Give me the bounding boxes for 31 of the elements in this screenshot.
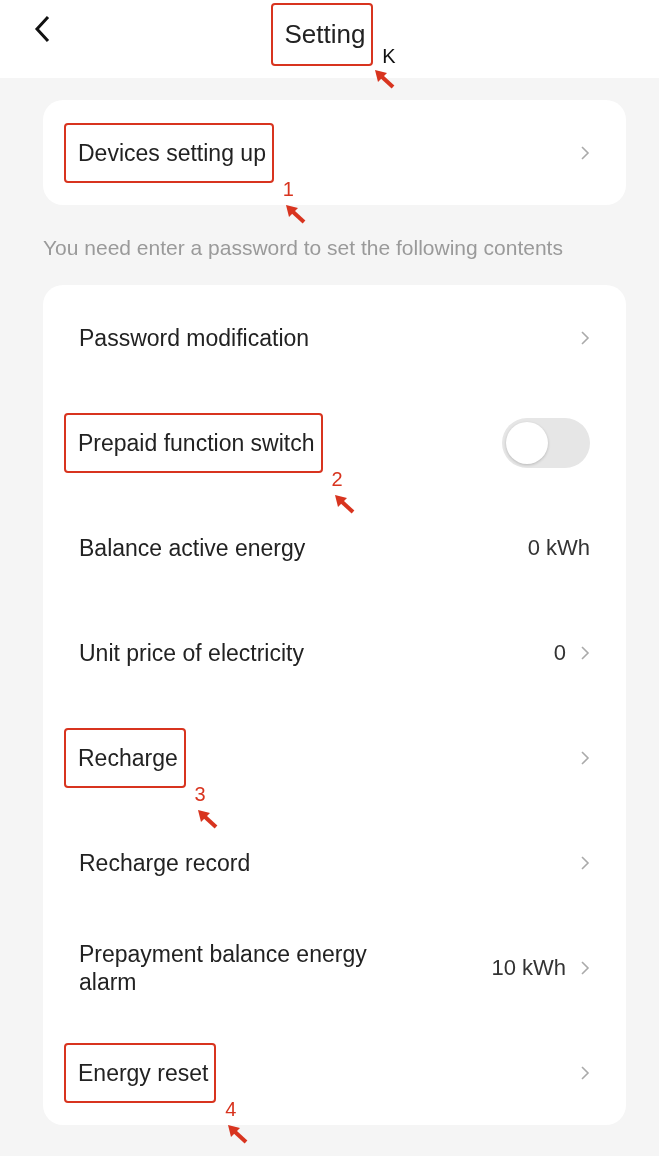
chevron-icon[interactable]	[580, 1064, 590, 1081]
row-label[interactable]: Devices setting up	[64, 122, 274, 183]
annotation-number: 4	[225, 1097, 237, 1121]
chevron-icon[interactable]	[580, 329, 590, 346]
row-label[interactable]: Energy reset	[64, 1042, 217, 1103]
row-value: 0 kWh	[527, 534, 590, 561]
annotation-number: 1	[282, 177, 294, 201]
annotation-number: 3	[194, 782, 206, 806]
row-label[interactable]: Recharge	[64, 727, 186, 788]
chevron-icon[interactable]	[580, 854, 590, 871]
row-label[interactable]: Balance active energy	[79, 533, 306, 562]
row-label[interactable]: Password modification	[79, 323, 310, 352]
annotation-arrow	[283, 202, 308, 225]
annotation-arrow	[332, 492, 357, 515]
row-label[interactable]: Recharge record	[79, 848, 251, 877]
row-label[interactable]: Unit price of electricity	[79, 638, 304, 667]
hint-text: You need enter a password to set the following contents	[43, 235, 564, 261]
annotation-number: 2	[331, 467, 343, 491]
chevron-icon[interactable]	[580, 959, 590, 976]
chevron-icon[interactable]	[580, 749, 590, 766]
annotation-arrow	[195, 807, 220, 830]
row-label[interactable]: Prepaid function switch	[64, 412, 323, 473]
row-value: 10 kWh	[491, 954, 566, 981]
row-value: 0	[553, 639, 566, 666]
row-label[interactable]: Prepayment balance energy alarm	[79, 939, 379, 996]
chevron-icon[interactable]	[580, 144, 590, 161]
annotation-letter: K	[382, 44, 396, 68]
screen-title: Setting	[270, 2, 374, 66]
toggle-switch[interactable]	[502, 417, 590, 468]
chevron-icon[interactable]	[580, 644, 590, 661]
back-icon[interactable]	[33, 14, 51, 44]
